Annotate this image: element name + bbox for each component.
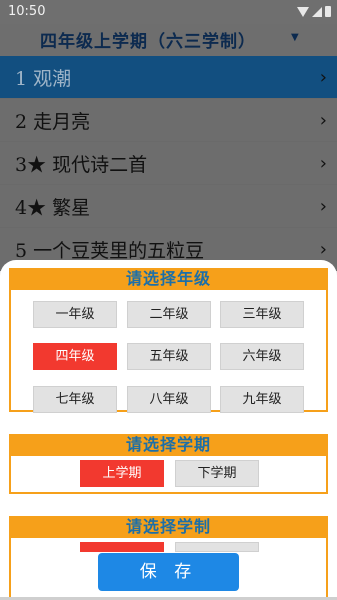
term-section: 请选择学期 上学期 下学期: [9, 434, 328, 494]
lesson-label: 4★ 繁星: [15, 197, 91, 219]
lesson-label: 3★ 现代诗二首: [15, 154, 148, 176]
lesson-row[interactable]: 3★ 现代诗二首 ›: [0, 142, 337, 185]
grade-button-9[interactable]: 九年级: [220, 386, 304, 413]
status-time: 10:50: [8, 4, 46, 19]
grade-button-5[interactable]: 五年级: [127, 343, 211, 370]
lesson-label: 2 走月亮: [15, 111, 91, 133]
wifi-icon: [297, 6, 309, 17]
save-button[interactable]: 保 存: [98, 553, 239, 591]
lesson-list: 1 观潮 › 2 走月亮 › 3★ 现代诗二首 › 4★ 繁星 › 5 一个豆荚…: [0, 56, 337, 271]
grade-button-3[interactable]: 三年级: [220, 301, 304, 328]
chevron-right-icon: ›: [319, 196, 327, 217]
school-system-option[interactable]: [80, 542, 164, 552]
term-section-title: 请选择学期: [11, 434, 326, 456]
lesson-label: 5 一个豆荚里的五粒豆: [15, 240, 205, 262]
status-bar: 10:50: [0, 0, 337, 24]
school-system-option[interactable]: [175, 542, 259, 552]
grade-button-7[interactable]: 七年级: [33, 386, 117, 413]
grade-section-title: 请选择年级: [11, 268, 326, 290]
chevron-right-icon: ›: [319, 239, 327, 260]
grade-selector-header[interactable]: 四年级上学期（六三学制） ▼: [0, 24, 337, 56]
grade-button-1[interactable]: 一年级: [33, 301, 117, 328]
lesson-row[interactable]: 1 观潮 ›: [0, 56, 337, 99]
page-title: 四年级上学期（六三学制）: [40, 32, 256, 52]
signal-icon: [312, 6, 322, 17]
term-button-second[interactable]: 下学期: [175, 460, 259, 487]
lesson-row[interactable]: 4★ 繁星 ›: [0, 185, 337, 228]
chevron-right-icon: ›: [319, 67, 327, 88]
school-system-section-title: 请选择学制: [11, 516, 326, 538]
grade-button-8[interactable]: 八年级: [127, 386, 211, 413]
lesson-row[interactable]: 2 走月亮 ›: [0, 99, 337, 142]
lesson-label: 1 观潮: [15, 68, 72, 90]
chevron-down-icon: ▼: [291, 32, 299, 43]
grade-section: 请选择年级 一年级 二年级 三年级 四年级 五年级 六年级 七年级 八年级 九年…: [9, 268, 328, 413]
term-button-first[interactable]: 上学期: [80, 460, 164, 487]
battery-icon: [325, 6, 331, 17]
grade-button-4[interactable]: 四年级: [33, 343, 117, 370]
chevron-right-icon: ›: [319, 110, 327, 131]
grade-button-6[interactable]: 六年级: [220, 343, 304, 370]
chevron-right-icon: ›: [319, 153, 327, 174]
grade-button-2[interactable]: 二年级: [127, 301, 211, 328]
selection-sheet: 请选择年级 一年级 二年级 三年级 四年级 五年级 六年级 七年级 八年级 九年…: [0, 260, 337, 600]
status-icons: [297, 6, 331, 17]
